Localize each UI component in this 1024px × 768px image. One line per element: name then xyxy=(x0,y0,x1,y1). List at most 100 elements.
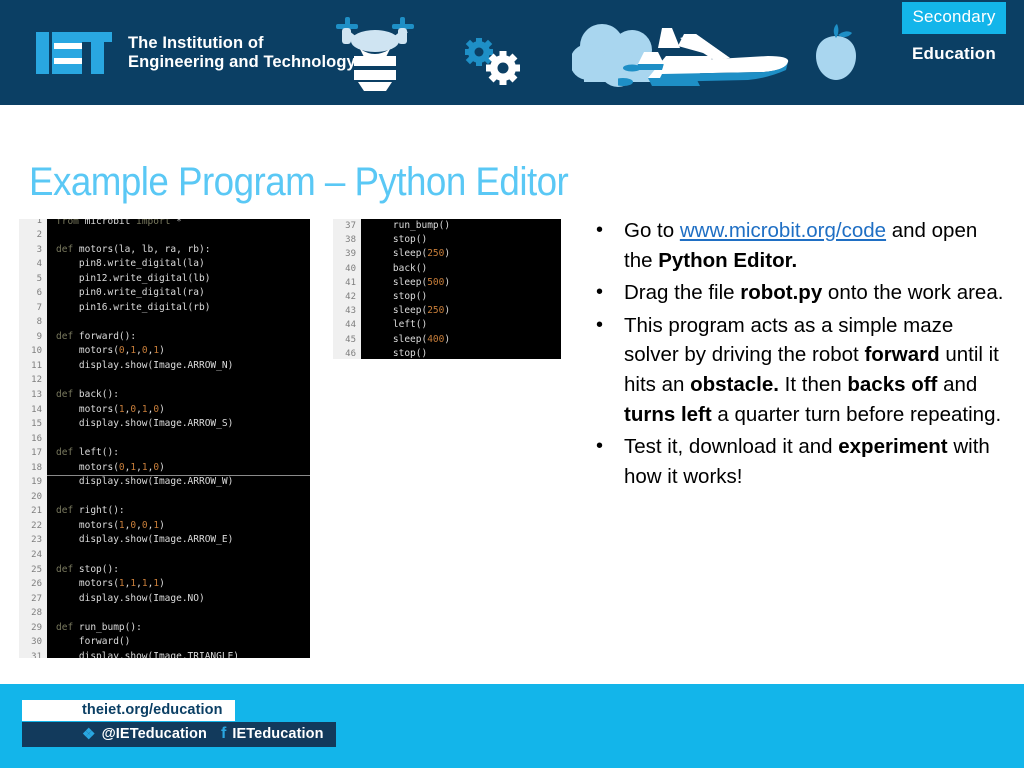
line-number: 23 xyxy=(19,533,47,549)
code-line: 23 display.show(Image.ARROW_E) xyxy=(19,533,310,549)
code-line: 31 display.show(Image.TRIANGLE) xyxy=(19,649,310,658)
code-line: 46 stop() xyxy=(333,346,561,359)
plain-text: Test it, download it and xyxy=(624,435,839,459)
iet-logo-wordmark: The Institution of Engineering and Techn… xyxy=(128,34,356,72)
code-line: 38 stop() xyxy=(333,233,561,248)
code-text: from microbit import * xyxy=(56,219,182,227)
line-number: 22 xyxy=(19,518,47,534)
code-text: sleep(250) xyxy=(370,305,451,317)
line-number: 28 xyxy=(19,606,47,621)
twitter-handle[interactable]: @IETeducation xyxy=(102,726,207,742)
space-shuttle-icon xyxy=(618,28,789,86)
bullet-marker-icon: • xyxy=(596,435,604,458)
code-line: 5 pin12.write_digital(lb) xyxy=(19,271,310,287)
code-line: 18 motors(0,1,1,0) xyxy=(19,460,310,476)
code-line: 12 xyxy=(19,373,310,389)
list-item: • This program acts as a simple maze solv… xyxy=(586,311,1006,429)
code-text: back() xyxy=(370,262,428,274)
line-number: 38 xyxy=(333,233,361,248)
emphasis-text: forward xyxy=(864,343,940,367)
line-number: 27 xyxy=(19,591,47,607)
list-item: • Test it, download it and experiment wit… xyxy=(586,432,1006,491)
emphasis-text: backs off xyxy=(847,372,938,396)
code-line: 15 display.show(Image.ARROW_S) xyxy=(19,417,310,432)
code-lines-right: 37 run_bump() 38 stop() 39 sleep(250) 40 ba… xyxy=(333,219,561,359)
footer-social: ❖ @IETeducation f IETeducation xyxy=(22,722,336,747)
list-item-text: This program acts as a simple maze solve… xyxy=(624,311,1006,429)
line-number: 1 xyxy=(19,219,47,228)
code-line: 6 pin0.write_digital(ra) xyxy=(19,286,310,301)
code-text: stop() xyxy=(370,347,428,359)
code-text: stop() xyxy=(370,290,428,302)
code-text: def motors(la, lb, ra, rb): xyxy=(56,243,211,255)
code-text: pin0.write_digital(ra) xyxy=(56,287,205,299)
line-number: 45 xyxy=(333,332,361,347)
badge-secondary-label: Secondary xyxy=(902,2,1006,34)
line-number: 25 xyxy=(19,562,47,578)
footer-url[interactable]: theiet.org/education xyxy=(22,700,235,721)
code-text: def forward(): xyxy=(56,330,137,342)
page-title: Example Program – Python Editor xyxy=(29,160,569,204)
code-text: def left(): xyxy=(56,447,119,459)
code-text: display.show(Image.ARROW_W) xyxy=(47,475,310,490)
line-number: 31 xyxy=(19,649,47,658)
line-number: 37 xyxy=(333,219,361,234)
gears-icon xyxy=(465,38,520,85)
code-line: 16 xyxy=(19,431,310,447)
bullet-marker-icon: • xyxy=(596,313,604,336)
code-text: run_bump() xyxy=(370,220,451,231)
code-line: 39 sleep(250) xyxy=(333,247,561,262)
line-number: 14 xyxy=(19,402,47,418)
code-line: 13 def back(): xyxy=(19,388,310,403)
code-line: 26 motors(1,1,1,1) xyxy=(19,577,310,592)
line-number: 6 xyxy=(19,286,47,301)
line-number: 8 xyxy=(19,315,47,330)
code-line: 37 run_bump() xyxy=(333,219,561,234)
code-line: 19 display.show(Image.ARROW_W) xyxy=(19,475,310,490)
code-line: 17 def left(): xyxy=(19,446,310,461)
footer-banner: theiet.org/education ❖ @IETeducation f I… xyxy=(0,684,1024,768)
list-item: • Drag the file robot.py onto the work ar… xyxy=(586,278,1006,308)
line-number: 43 xyxy=(333,304,361,319)
code-text: forward() xyxy=(56,636,131,648)
header-banner: The Institution of Engineering and Techn… xyxy=(0,0,1024,105)
code-text: def back(): xyxy=(56,389,119,401)
secondary-education-badge: Secondary Education xyxy=(902,2,1006,64)
code-text: motors(1,1,1,1) xyxy=(56,578,165,590)
code-text: display.show(Image.TRIANGLE) xyxy=(56,650,240,658)
code-text: pin16.write_digital(rb) xyxy=(56,301,211,313)
line-number: 7 xyxy=(19,300,47,316)
code-line: 3 def motors(la, lb, ra, rb): xyxy=(19,242,310,258)
instructions-list: • Go to www.microbit.org/code and open th… xyxy=(586,216,1006,494)
code-line: 43 sleep(250) xyxy=(333,304,561,319)
iet-logo: The Institution of Engineering and Techn… xyxy=(36,32,356,74)
code-text: motors(1,0,1,0) xyxy=(56,403,165,415)
code-text: def right(): xyxy=(56,505,125,517)
list-item-text: Go to www.microbit.org/code and open the… xyxy=(624,216,1006,275)
code-text: def run_bump(): xyxy=(56,621,142,633)
line-number: 4 xyxy=(19,257,47,272)
list-item: • Go to www.microbit.org/code and open th… xyxy=(586,216,1006,275)
line-number: 21 xyxy=(19,504,47,519)
external-link[interactable]: www.microbit.org/code xyxy=(680,219,886,242)
code-text: pin12.write_digital(lb) xyxy=(56,272,211,284)
code-text: display.show(Image.NO) xyxy=(56,592,205,604)
line-number: 5 xyxy=(19,271,47,287)
list-item-text: Test it, download it and experiment with… xyxy=(624,432,1006,491)
line-number: 30 xyxy=(19,635,47,650)
code-text: display.show(Image.ARROW_N) xyxy=(56,359,234,371)
code-line: 1 from microbit import * xyxy=(19,219,310,228)
plain-text: It then xyxy=(778,372,848,396)
facebook-handle[interactable]: IETeducation xyxy=(232,726,323,742)
line-number: 42 xyxy=(333,289,361,305)
code-line: 29 def run_bump(): xyxy=(19,620,310,636)
code-screenshot-right: 37 run_bump() 38 stop() 39 sleep(250) 40 ba… xyxy=(333,219,561,359)
line-number: 17 xyxy=(19,446,47,461)
code-line: 41 sleep(500) xyxy=(333,275,561,290)
facebook-icon: f xyxy=(220,725,227,742)
line-number: 3 xyxy=(19,242,47,258)
